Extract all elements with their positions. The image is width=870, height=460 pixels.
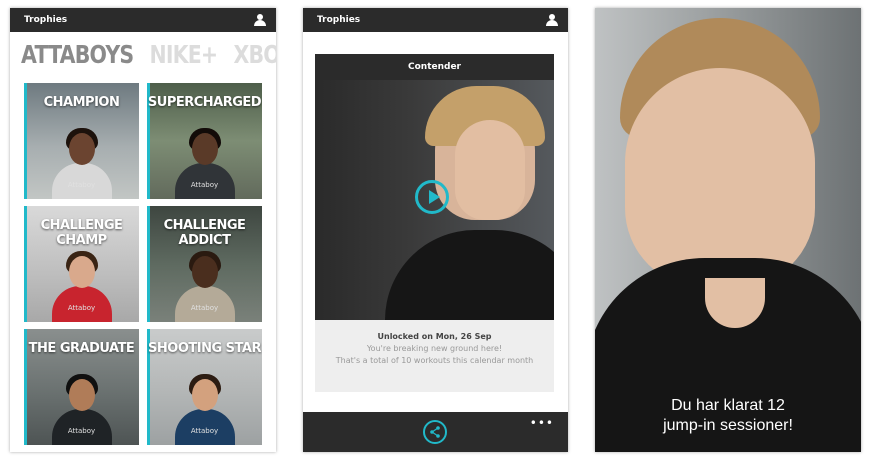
pivot-attaboys[interactable]: ATTABOYS: [21, 40, 134, 69]
tile-subtitle: Attaboy: [190, 427, 219, 435]
app-bar: Trophies: [10, 8, 276, 32]
pivot-nike-plus[interactable]: NIKE+: [150, 40, 219, 69]
subtitle-line-2: jump-in sessioner!: [663, 417, 793, 434]
video-frame[interactable]: [595, 8, 861, 452]
tile-subtitle: Attaboy: [67, 304, 96, 312]
achievement-message: You're breaking new ground here!: [366, 344, 503, 353]
tile-subtitle: Attaboy: [190, 181, 219, 189]
tile-title: THE GRADUATE: [28, 341, 135, 356]
tile-title: CHALLENGE ADDICT: [163, 218, 246, 248]
user-icon[interactable]: [254, 14, 266, 26]
pivot-header: ATTABOYS NIKE+ XBOX AC: [21, 40, 276, 69]
tile-title: CHAMPION: [43, 95, 120, 110]
trophies-list-screen: Trophies ATTABOYS NIKE+ XBOX AC CHAMPION…: [10, 8, 276, 452]
trophy-tile-champion[interactable]: CHAMPION Attaboy: [24, 83, 139, 199]
share-icon[interactable]: [423, 420, 447, 444]
trophy-detail-screen: Trophies Contender Unlocked on Mon, 26 S…: [303, 8, 568, 452]
trophy-tile-challenge-champ[interactable]: CHALLENGE CHAMP Attaboy: [24, 206, 139, 322]
tile-title: CHALLENGE CHAMP: [40, 218, 123, 248]
unlock-date: Unlocked on Mon, 26 Sep: [377, 332, 492, 341]
tile-title: SUPERCHARGED: [147, 95, 262, 110]
video-playback-screen: Du har klarat 12 jump-in sessioner!: [595, 8, 861, 452]
tile-subtitle: Attaboy: [67, 181, 96, 189]
tile-title: SHOOTING STAR: [148, 341, 261, 356]
tile-subtitle: Attaboy: [67, 427, 96, 435]
trophy-tile-shooting-star[interactable]: SHOOTING STAR Attaboy: [147, 329, 262, 445]
trophy-tile-supercharged[interactable]: SUPERCHARGED Attaboy: [147, 83, 262, 199]
video-subtitle: Du har klarat 12 jump-in sessioner!: [595, 396, 861, 436]
app-bar: Trophies: [303, 8, 568, 32]
bottom-app-bar: •••: [303, 412, 568, 452]
workout-total-message: That's a total of 10 workouts this calen…: [335, 356, 534, 365]
app-title: Trophies: [317, 15, 361, 25]
trophy-tile-challenge-addict[interactable]: CHALLENGE ADDICT Attaboy: [147, 206, 262, 322]
video-thumbnail[interactable]: [315, 80, 554, 320]
app-title: Trophies: [24, 15, 68, 25]
user-icon[interactable]: [546, 14, 558, 26]
trophy-tile-the-graduate[interactable]: THE GRADUATE Attaboy: [24, 329, 139, 445]
pivot-xbox-achievements[interactable]: XBOX AC: [233, 40, 276, 69]
play-icon[interactable]: [415, 180, 449, 214]
unlock-info-panel: Unlocked on Mon, 26 Sep You're breaking …: [315, 320, 554, 392]
trophy-card-title: Contender: [315, 54, 554, 80]
subtitle-line-1: Du har klarat 12: [671, 397, 785, 414]
more-dots-icon[interactable]: •••: [530, 416, 554, 430]
tile-subtitle: Attaboy: [190, 304, 219, 312]
